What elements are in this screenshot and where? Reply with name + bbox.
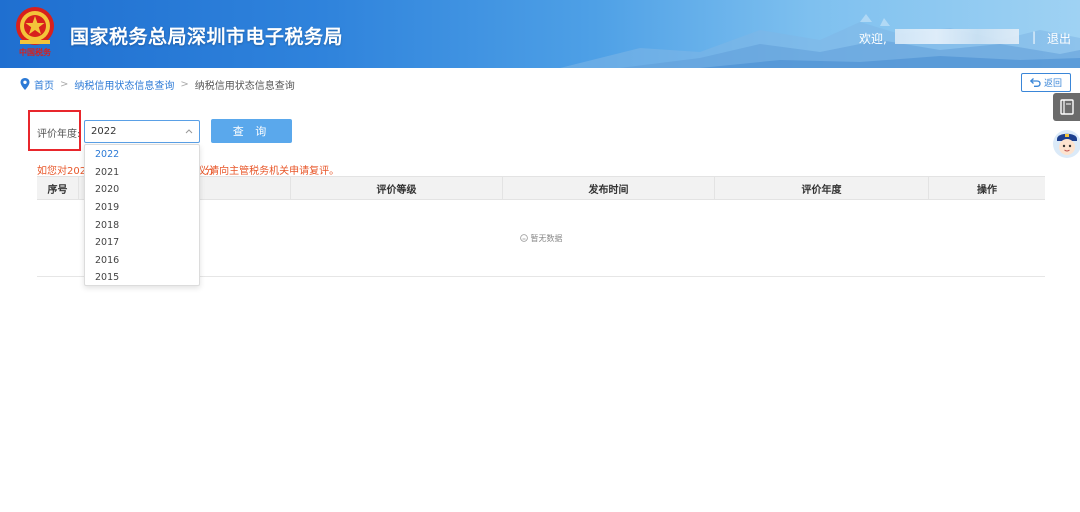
year-label: 评价年度: bbox=[37, 129, 81, 140]
back-button[interactable]: 返回 bbox=[1021, 73, 1071, 92]
assistant-avatar-icon[interactable] bbox=[1052, 127, 1080, 159]
year-option-2017[interactable]: 2017 bbox=[85, 234, 199, 252]
column-header-actions: 操作 bbox=[977, 184, 997, 196]
column-header-evaluation-year: 评价年度 bbox=[715, 177, 929, 199]
logout-link[interactable]: 退出 bbox=[1047, 30, 1071, 47]
year-option-2015[interactable]: 2015 bbox=[85, 269, 199, 287]
username-redacted bbox=[895, 29, 1019, 44]
year-option-2020[interactable]: 2020 bbox=[85, 181, 199, 199]
header-separator: | bbox=[1032, 30, 1037, 44]
back-arrow-icon bbox=[1029, 78, 1041, 87]
year-option-2021[interactable]: 2021 bbox=[85, 164, 199, 182]
breadcrumb-home-link[interactable]: 首页 bbox=[34, 77, 54, 92]
year-option-2019[interactable]: 2019 bbox=[85, 199, 199, 217]
welcome-text: 欢迎, bbox=[859, 32, 887, 46]
breadcrumb-level1-link[interactable]: 纳税信用状态信息查询 bbox=[74, 77, 174, 92]
year-option-2016[interactable]: 2016 bbox=[85, 252, 199, 270]
notice-text-tail: 议,请向主管税务机关申请复评。 bbox=[196, 162, 339, 177]
guide-book-button[interactable] bbox=[1053, 93, 1080, 121]
book-icon bbox=[1059, 99, 1074, 115]
location-pin-icon bbox=[20, 78, 30, 90]
column-header-grade: 评价等级 bbox=[291, 177, 503, 199]
column-header-publish-time: 发布时间 bbox=[503, 177, 715, 199]
back-button-label: 返回 bbox=[1043, 79, 1062, 89]
breadcrumb: 首页 > 纳税信用状态信息查询 > 纳税信用状态信息查询 bbox=[20, 76, 295, 92]
empty-face-icon bbox=[519, 234, 528, 242]
site-header: 中国税务 国家税务总局深圳市电子税务局 欢迎, | 退出 bbox=[0, 0, 1080, 68]
year-dropdown-menu: 2022 2021 2020 2019 2018 2017 2016 2015 bbox=[84, 144, 200, 286]
chevron-up-icon bbox=[185, 129, 193, 134]
emblem-caption: 中国税务 bbox=[19, 47, 51, 57]
breadcrumb-separator: > bbox=[180, 78, 189, 90]
year-option-2018[interactable]: 2018 bbox=[85, 216, 199, 234]
empty-text: 暂无数据 bbox=[530, 233, 563, 243]
year-select-value: 2022 bbox=[91, 126, 117, 137]
query-button[interactable]: 查 询 bbox=[211, 119, 292, 143]
site-title: 国家税务总局深圳市电子税务局 bbox=[70, 26, 344, 48]
year-select[interactable]: 2022 bbox=[84, 120, 200, 143]
breadcrumb-current: 纳税信用状态信息查询 bbox=[194, 80, 295, 92]
breadcrumb-separator: > bbox=[60, 78, 69, 90]
year-option-2022[interactable]: 2022 bbox=[85, 146, 199, 164]
column-header-index: 序号 bbox=[37, 177, 79, 199]
